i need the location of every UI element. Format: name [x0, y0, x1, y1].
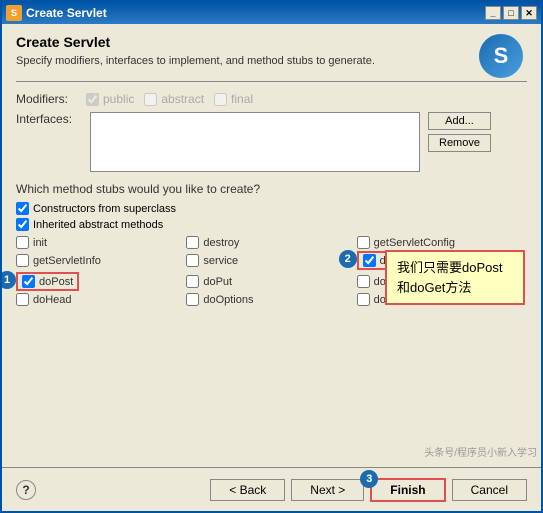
- divider: [16, 81, 527, 82]
- dooptions-checkbox[interactable]: [186, 293, 199, 306]
- dopost-item: 1 doPost: [16, 271, 186, 292]
- dotrace-checkbox[interactable]: [357, 293, 370, 306]
- watermark: 头条号/程序员小新入学习: [424, 444, 541, 459]
- modifier-public-label: public: [103, 92, 134, 106]
- minimize-button[interactable]: _: [485, 6, 501, 20]
- constructors-checkbox[interactable]: [16, 202, 29, 215]
- finish-button[interactable]: Finish: [370, 478, 445, 502]
- init-item: init: [16, 235, 186, 250]
- init-checkbox[interactable]: [16, 236, 29, 249]
- constructors-label: Constructors from superclass: [33, 203, 176, 215]
- getservletinfo-item: getServletInfo: [16, 250, 186, 271]
- modifier-abstract: abstract: [144, 92, 204, 106]
- interfaces-row: Interfaces: Add... Remove: [16, 112, 527, 172]
- add-button[interactable]: Add...: [428, 112, 491, 130]
- modifiers-row: Modifiers: public abstract final: [16, 92, 527, 106]
- inherited-row: Inherited abstract methods: [16, 218, 527, 231]
- dohead-checkbox[interactable]: [16, 293, 29, 306]
- modifier-final: final: [214, 92, 253, 106]
- modifier-final-checkbox[interactable]: [214, 93, 227, 106]
- close-button[interactable]: ✕: [521, 6, 537, 20]
- dopost-checkbox[interactable]: [22, 275, 35, 288]
- dodelete-checkbox[interactable]: [357, 275, 370, 288]
- getservletinfo-checkbox[interactable]: [16, 254, 29, 267]
- tooltip-text: 我们只需要doPost和doGet方法: [397, 260, 502, 295]
- badge-3: 3: [360, 470, 378, 488]
- cancel-button[interactable]: Cancel: [452, 479, 527, 501]
- modifier-public: public: [86, 92, 134, 106]
- modifier-abstract-checkbox[interactable]: [144, 93, 157, 106]
- modifier-final-label: final: [231, 92, 253, 106]
- service-checkbox[interactable]: [186, 254, 199, 267]
- destroy-checkbox[interactable]: [186, 236, 199, 249]
- remove-button[interactable]: Remove: [428, 134, 491, 152]
- help-button[interactable]: ?: [16, 480, 36, 500]
- window-controls: _ □ ✕: [485, 6, 537, 20]
- getservletconfig-item: getServletConfig: [357, 235, 527, 250]
- interfaces-listbox[interactable]: [90, 112, 420, 172]
- window-title: Create Servlet: [26, 6, 107, 20]
- doput-checkbox[interactable]: [186, 275, 199, 288]
- inherited-checkbox[interactable]: [16, 218, 29, 231]
- modifiers-label: Modifiers:: [16, 92, 86, 106]
- page-description: Specify modifiers, interfaces to impleme…: [16, 54, 527, 69]
- doput-item: doPut: [186, 271, 356, 292]
- create-servlet-window: S Create Servlet _ □ ✕ S Create Servlet …: [0, 0, 543, 513]
- tooltip-box: 我们只需要doPost和doGet方法: [385, 250, 525, 305]
- destroy-item: destroy: [186, 235, 356, 250]
- next-button[interactable]: Next >: [291, 479, 364, 501]
- window-icon: S: [6, 5, 22, 21]
- doget-checkbox[interactable]: [363, 254, 376, 267]
- inherited-label: Inherited abstract methods: [33, 219, 163, 231]
- modifier-abstract-label: abstract: [161, 92, 204, 106]
- stubs-question: Which method stubs would you like to cre…: [16, 182, 527, 196]
- title-bar: S Create Servlet _ □ ✕: [2, 2, 541, 24]
- constructors-row: Constructors from superclass: [16, 202, 527, 215]
- servlet-logo: S: [479, 34, 523, 78]
- getservletconfig-checkbox[interactable]: [357, 236, 370, 249]
- dohead-item: doHead: [16, 292, 186, 307]
- badge-1: 1: [0, 271, 16, 289]
- service-item: service: [186, 250, 356, 271]
- back-button[interactable]: < Back: [210, 479, 285, 501]
- maximize-button[interactable]: □: [503, 6, 519, 20]
- modifier-public-checkbox[interactable]: [86, 93, 99, 106]
- bottom-bar: ? < Back Next > 3 Finish Cancel: [2, 467, 541, 511]
- dooptions-item: doOptions: [186, 292, 356, 307]
- page-title: Create Servlet: [16, 34, 527, 50]
- interfaces-label: Interfaces:: [16, 112, 86, 126]
- interfaces-buttons: Add... Remove: [428, 112, 491, 152]
- badge-2: 2: [339, 250, 357, 268]
